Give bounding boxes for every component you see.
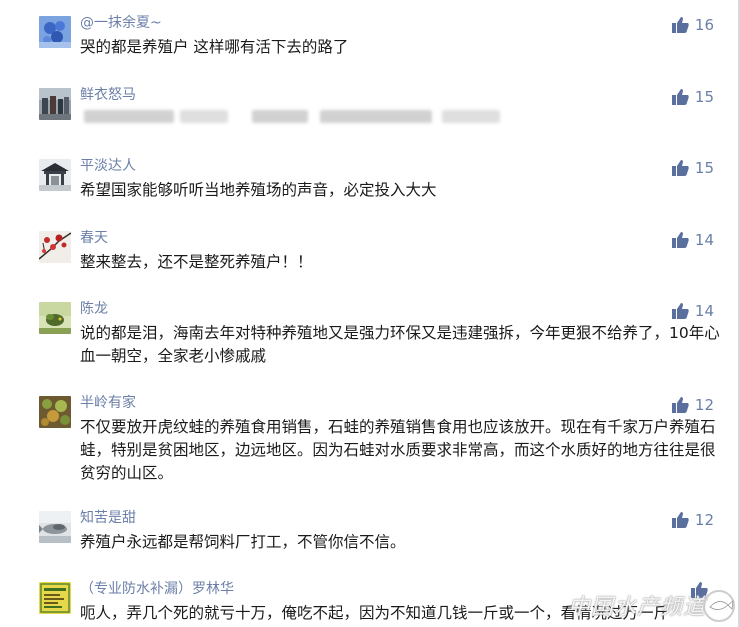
comment-item: 陈龙 说的都是泪，海南去年对特种养殖地又是强力环保又是违建强拆，今年更狠不给养了… <box>0 300 738 380</box>
avatar[interactable] <box>39 582 71 614</box>
comment-item: @一抹余夏~ 哭的都是养殖户 这样哪有活下去的路了 16 <box>0 14 738 74</box>
avatar[interactable] <box>39 16 71 48</box>
like-button[interactable]: 12 <box>671 511 714 529</box>
watermark: 中国水产频道 <box>546 581 736 625</box>
comment-item: 平淡达人 希望国家能够听听当地养殖场的声音，必定投入大大 15 <box>0 157 738 217</box>
comment-author[interactable]: @一抹余夏~ <box>80 14 162 32</box>
avatar[interactable] <box>39 88 71 120</box>
comment-item: 知苦是甜 养殖户永远都是帮饲料厂打工，不管你信不信。 12 <box>0 509 738 569</box>
like-count: 14 <box>694 231 714 249</box>
like-count: 16 <box>694 16 714 34</box>
like-count: 15 <box>694 88 714 106</box>
comment-item: 春天 整来整去，还不是整死养殖户！！ 14 <box>0 229 738 289</box>
comment-author[interactable]: （专业防水补漏）罗林华 <box>80 580 234 598</box>
comment-text: 希望国家能够听听当地养殖场的声音，必定投入大大 <box>80 181 437 199</box>
fish-logo-icon <box>703 590 735 622</box>
like-count: 14 <box>694 302 714 320</box>
avatar[interactable] <box>39 159 71 191</box>
comment-author[interactable]: 半岭有家 <box>80 394 136 412</box>
like-button[interactable]: 12 <box>671 396 714 414</box>
thumbs-up-icon <box>671 89 689 105</box>
thumbs-up-icon <box>671 17 689 33</box>
avatar[interactable] <box>39 302 71 334</box>
comment-item: 鲜衣怒马 15 <box>0 86 738 146</box>
comment-text: 哭的都是养殖户 这样哪有活下去的路了 <box>80 38 349 56</box>
like-count: 12 <box>694 396 714 414</box>
comment-text: 说的都是泪，海南去年对特种养殖地又是强力环保又是违建强拆，今年更狠不给养了，10… <box>80 324 720 365</box>
thumbs-up-icon <box>671 303 689 319</box>
like-button[interactable]: 14 <box>671 302 714 320</box>
like-button[interactable]: 15 <box>671 159 714 177</box>
avatar[interactable] <box>39 511 71 543</box>
comment-author[interactable]: 春天 <box>80 229 108 247</box>
comment-item: 半岭有家 不仅要放开虎纹蛙的养殖食用销售，石蛙的养殖销售食用也应该放开。现在有千… <box>0 394 738 504</box>
comment-text: 不仅要放开虎纹蛙的养殖食用销售，石蛙的养殖销售食用也应该放开。现在有千家万户养殖… <box>80 418 716 482</box>
like-button[interactable]: 16 <box>671 16 714 34</box>
comment-text: 整来整去，还不是整死养殖户！！ <box>80 253 313 271</box>
comment-author[interactable]: 陈龙 <box>80 300 108 318</box>
like-count: 12 <box>694 511 714 529</box>
thumbs-up-icon <box>671 160 689 176</box>
thumbs-up-icon <box>671 397 689 413</box>
thumbs-up-icon <box>671 512 689 528</box>
comment-text: 养殖户永远都是帮饲料厂打工，不管你信不信。 <box>80 533 406 551</box>
thumbs-up-icon <box>671 232 689 248</box>
comment-author[interactable]: 鲜衣怒马 <box>80 86 136 104</box>
like-count: 15 <box>694 159 714 177</box>
comment-author[interactable]: 知苦是甜 <box>80 509 136 527</box>
comment-author[interactable]: 平淡达人 <box>80 157 136 175</box>
like-button[interactable]: 14 <box>671 231 714 249</box>
watermark-text: 中国水产频道 <box>567 595 706 620</box>
avatar[interactable] <box>39 231 71 263</box>
like-button[interactable]: 15 <box>671 88 714 106</box>
avatar[interactable] <box>39 396 71 428</box>
